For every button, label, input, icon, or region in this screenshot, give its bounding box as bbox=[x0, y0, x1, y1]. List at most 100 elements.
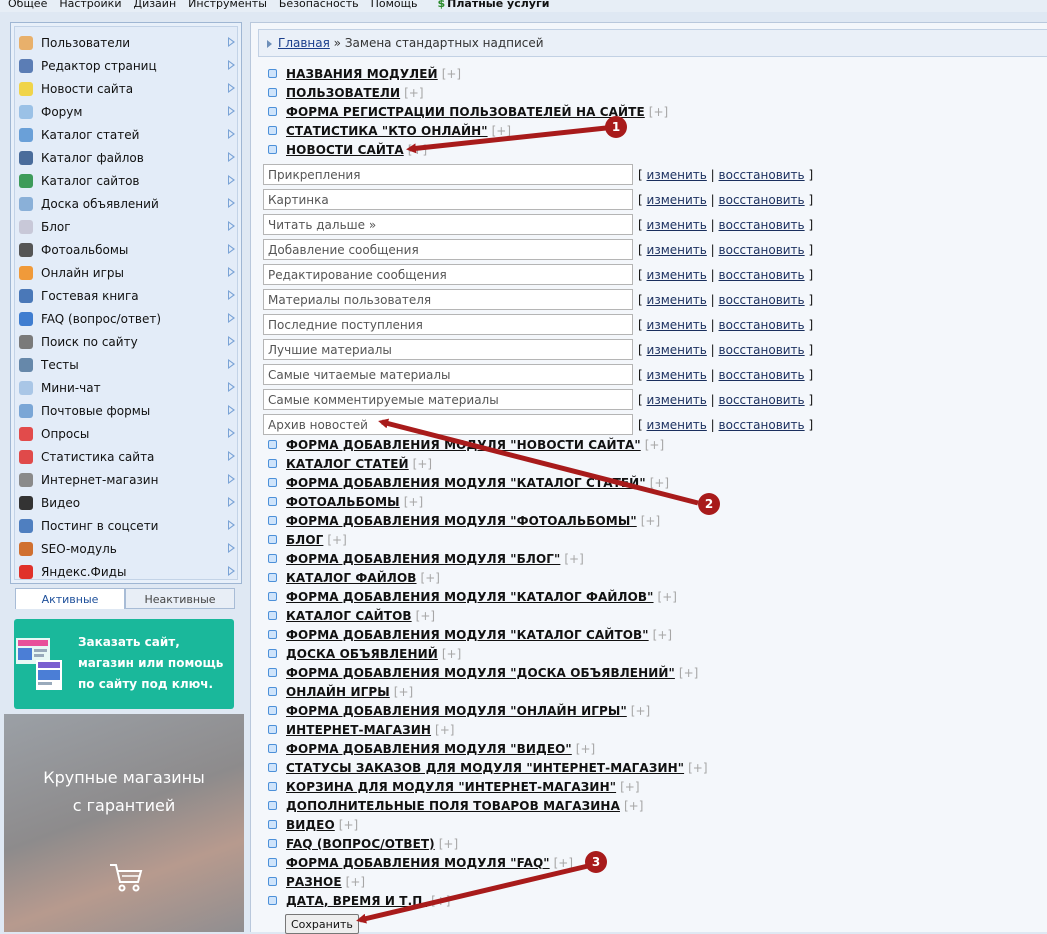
sidebar-item[interactable]: Поиск по сайту bbox=[19, 330, 237, 353]
change-link[interactable]: изменить bbox=[647, 368, 707, 382]
label-input[interactable] bbox=[263, 214, 633, 235]
chevron-right-icon[interactable] bbox=[228, 497, 235, 507]
module-link[interactable]: ВИДЕО bbox=[286, 818, 335, 832]
change-link[interactable]: изменить bbox=[647, 343, 707, 357]
save-button[interactable]: Сохранить bbox=[285, 914, 359, 934]
module-link[interactable]: ФОРМА ДОБАВЛЕНИЯ МОДУЛЯ "НОВОСТИ САЙТА" bbox=[286, 438, 641, 452]
module-link[interactable]: НОВОСТИ САЙТА bbox=[286, 143, 404, 157]
chevron-right-icon[interactable] bbox=[228, 474, 235, 484]
module-link[interactable]: ФОРМА ДОБАВЛЕНИЯ МОДУЛЯ "КАТАЛОГ СТАТЕЙ" bbox=[286, 476, 646, 490]
module-link[interactable]: НАЗВАНИЯ МОДУЛЕЙ bbox=[286, 67, 438, 81]
chevron-right-icon[interactable] bbox=[228, 83, 235, 93]
label-input[interactable] bbox=[263, 239, 633, 260]
expand-toggle[interactable]: [+] bbox=[442, 67, 461, 81]
sidebar-item[interactable]: Каталог файлов bbox=[19, 146, 237, 169]
restore-link[interactable]: восстановить bbox=[719, 368, 805, 382]
expand-toggle[interactable]: [+] bbox=[416, 609, 435, 623]
top-menu-item[interactable]: Инструменты bbox=[188, 0, 267, 9]
module-link[interactable]: КОРЗИНА ДЛЯ МОДУЛЯ "ИНТЕРНЕТ-МАГАЗИН" bbox=[286, 780, 616, 794]
module-link[interactable]: БЛОГ bbox=[286, 533, 323, 547]
module-link[interactable]: ФОРМА ДОБАВЛЕНИЯ МОДУЛЯ "КАТАЛОГ САЙТОВ" bbox=[286, 628, 649, 642]
restore-link[interactable]: восстановить bbox=[719, 418, 805, 432]
sidebar-item[interactable]: Каталог сайтов bbox=[19, 169, 237, 192]
expand-toggle[interactable]: [+] bbox=[554, 856, 573, 870]
expand-toggle[interactable]: [+] bbox=[624, 799, 643, 813]
expand-toggle[interactable]: [+] bbox=[339, 818, 358, 832]
sidebar-item[interactable]: Каталог статей bbox=[19, 123, 237, 146]
top-menu-paid[interactable]: $ Платные услуги bbox=[429, 0, 549, 9]
chevron-right-icon[interactable] bbox=[228, 152, 235, 162]
sidebar-item[interactable]: Онлайн игры bbox=[19, 261, 237, 284]
restore-link[interactable]: восстановить bbox=[719, 268, 805, 282]
sidebar-item[interactable]: Мини-чат bbox=[19, 376, 237, 399]
chevron-right-icon[interactable] bbox=[228, 566, 235, 576]
chevron-right-icon[interactable] bbox=[228, 129, 235, 139]
chevron-right-icon[interactable] bbox=[228, 175, 235, 185]
restore-link[interactable]: восстановить bbox=[719, 293, 805, 307]
chevron-right-icon[interactable] bbox=[228, 221, 235, 231]
expand-toggle[interactable]: [+] bbox=[439, 837, 458, 851]
expand-toggle[interactable]: [+] bbox=[645, 438, 664, 452]
sidebar-item[interactable]: Яндекс.Фиды bbox=[19, 560, 237, 583]
chevron-right-icon[interactable] bbox=[228, 244, 235, 254]
chevron-right-icon[interactable] bbox=[228, 267, 235, 277]
module-link[interactable]: ФОРМА РЕГИСТРАЦИИ ПОЛЬЗОВАТЕЛЕЙ НА САЙТЕ bbox=[286, 105, 645, 119]
module-link[interactable]: ДАТА, ВРЕМЯ И Т.П. bbox=[286, 894, 427, 908]
module-link[interactable]: РАЗНОЕ bbox=[286, 875, 342, 889]
label-input[interactable] bbox=[263, 339, 633, 360]
top-menu-item[interactable]: Настройки bbox=[59, 0, 121, 9]
restore-link[interactable]: восстановить bbox=[719, 393, 805, 407]
label-input[interactable] bbox=[263, 264, 633, 285]
restore-link[interactable]: восстановить bbox=[719, 343, 805, 357]
module-link[interactable]: ДОПОЛНИТЕЛЬНЫЕ ПОЛЯ ТОВАРОВ МАГАЗИНА bbox=[286, 799, 620, 813]
change-link[interactable]: изменить bbox=[647, 293, 707, 307]
sidebar-item[interactable]: Гостевая книга bbox=[19, 284, 237, 307]
chevron-right-icon[interactable] bbox=[228, 198, 235, 208]
expand-toggle[interactable]: [+] bbox=[327, 533, 346, 547]
module-link[interactable]: FAQ (ВОПРОС/ОТВЕТ) bbox=[286, 837, 435, 851]
tab-inactive[interactable]: Неактивные bbox=[125, 588, 235, 609]
module-link[interactable]: ФОРМА ДОБАВЛЕНИЯ МОДУЛЯ "ДОСКА ОБЪЯВЛЕНИ… bbox=[286, 666, 675, 680]
sidebar-item[interactable]: Фотоальбомы bbox=[19, 238, 237, 261]
sidebar-item[interactable]: Статистика сайта bbox=[19, 445, 237, 468]
expand-toggle[interactable]: [+] bbox=[631, 704, 650, 718]
expand-toggle[interactable]: [+] bbox=[576, 742, 595, 756]
top-menu-item[interactable]: Дизайн bbox=[133, 0, 176, 9]
sidebar-item[interactable]: FAQ (вопрос/ответ) bbox=[19, 307, 237, 330]
chevron-right-icon[interactable] bbox=[228, 543, 235, 553]
label-input[interactable] bbox=[263, 364, 633, 385]
module-link[interactable]: ФОТОАЛЬБОМЫ bbox=[286, 495, 400, 509]
sidebar-item[interactable]: Пользователи bbox=[19, 31, 237, 54]
restore-link[interactable]: восстановить bbox=[719, 193, 805, 207]
expand-toggle[interactable]: [+] bbox=[620, 780, 639, 794]
expand-toggle[interactable]: [+] bbox=[431, 894, 450, 908]
tab-active[interactable]: Активные bbox=[15, 588, 125, 609]
label-input[interactable] bbox=[263, 389, 633, 410]
expand-toggle[interactable]: [+] bbox=[658, 590, 677, 604]
expand-toggle[interactable]: [+] bbox=[404, 495, 423, 509]
module-link[interactable]: КАТАЛОГ СТАТЕЙ bbox=[286, 457, 409, 471]
restore-link[interactable]: восстановить bbox=[719, 168, 805, 182]
module-link[interactable]: КАТАЛОГ САЙТОВ bbox=[286, 609, 412, 623]
module-link[interactable]: СТАТИСТИКА "КТО ОНЛАЙН" bbox=[286, 124, 488, 138]
module-link[interactable]: ФОРМА ДОБАВЛЕНИЯ МОДУЛЯ "ВИДЕО" bbox=[286, 742, 572, 756]
expand-toggle[interactable]: [+] bbox=[394, 685, 413, 699]
change-link[interactable]: изменить bbox=[647, 318, 707, 332]
chevron-right-icon[interactable] bbox=[228, 520, 235, 530]
sidebar-item[interactable]: Постинг в соцсети bbox=[19, 514, 237, 537]
label-input[interactable] bbox=[263, 414, 633, 435]
expand-toggle[interactable]: [+] bbox=[413, 457, 432, 471]
module-link[interactable]: ДОСКА ОБЪЯВЛЕНИЙ bbox=[286, 647, 438, 661]
top-menu-item[interactable]: Безопасность bbox=[279, 0, 359, 9]
module-link[interactable]: ФОРМА ДОБАВЛЕНИЯ МОДУЛЯ "БЛОГ" bbox=[286, 552, 560, 566]
expand-toggle[interactable]: [+] bbox=[653, 628, 672, 642]
chevron-right-icon[interactable] bbox=[228, 359, 235, 369]
module-link[interactable]: КАТАЛОГ ФАЙЛОВ bbox=[286, 571, 417, 585]
expand-toggle[interactable]: [+] bbox=[641, 514, 660, 528]
expand-toggle[interactable]: [+] bbox=[650, 476, 669, 490]
shops-banner[interactable]: Крупные магазины с гарантией bbox=[4, 714, 244, 932]
chevron-right-icon[interactable] bbox=[228, 37, 235, 47]
label-input[interactable] bbox=[263, 164, 633, 185]
sidebar-item[interactable]: Видео bbox=[19, 491, 237, 514]
sidebar-item[interactable]: Тесты bbox=[19, 353, 237, 376]
